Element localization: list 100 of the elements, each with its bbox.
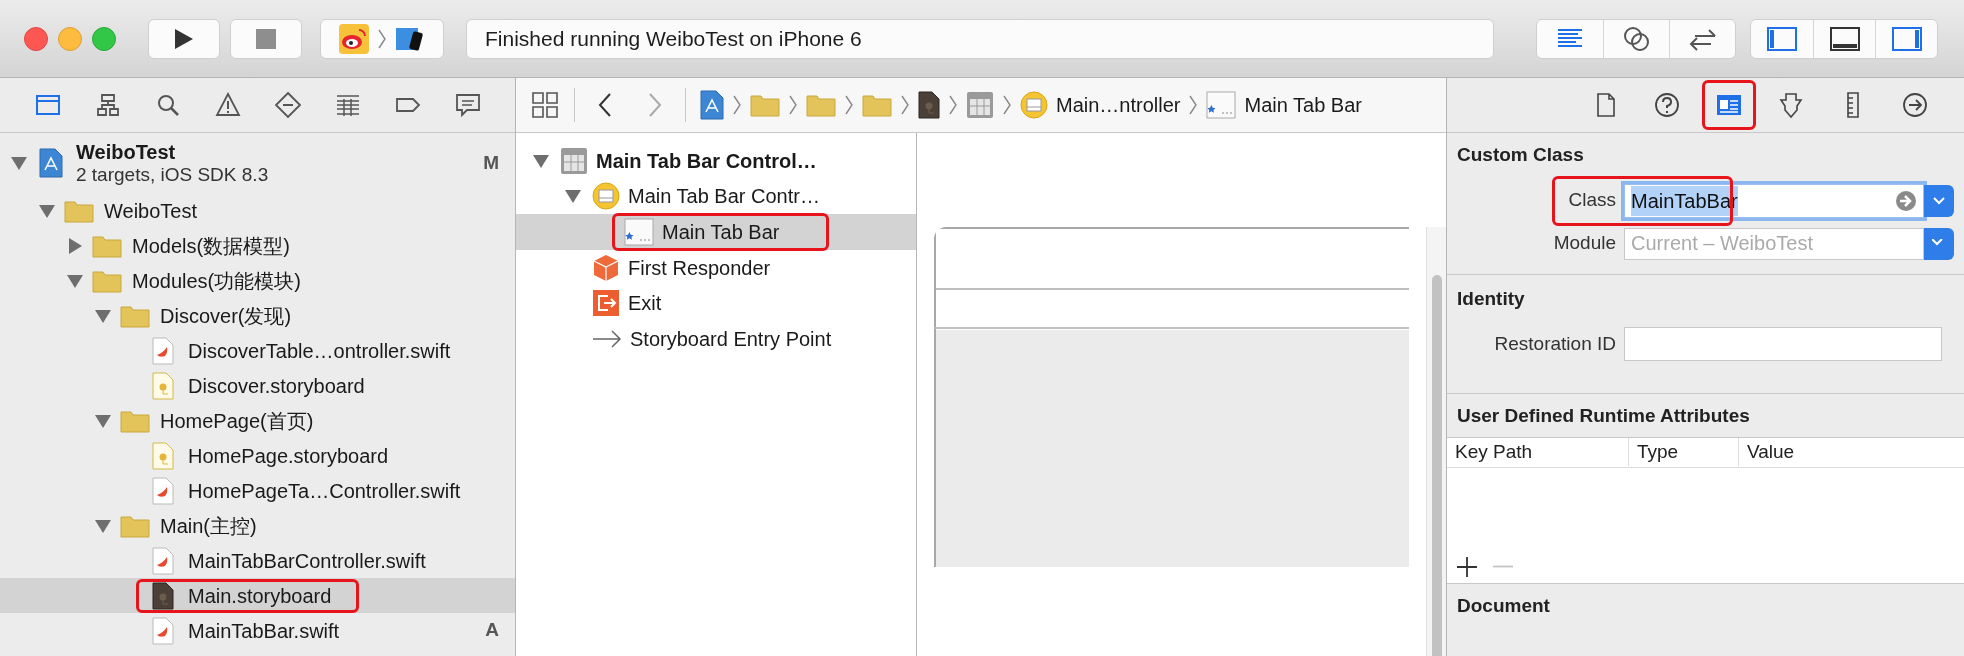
- column-header[interactable]: Value: [1738, 437, 1964, 467]
- tree-row[interactable]: WeiboTest: [0, 193, 515, 228]
- swift-file-icon: [152, 616, 174, 645]
- close-button[interactable]: [24, 26, 48, 51]
- tree-item-label[interactable]: WeiboTest: [76, 140, 269, 164]
- status-letter: M: [483, 150, 499, 175]
- tree-item-label[interactable]: DiscoverTable…ontroller.swift: [188, 338, 451, 363]
- folder-icon: [92, 268, 122, 293]
- outline-item-label[interactable]: Main Tab Bar Control…: [596, 145, 817, 176]
- navigator-tab[interactable]: [214, 91, 242, 119]
- outline-row[interactable]: First Responder: [516, 249, 916, 286]
- hierarchy-icon: [94, 91, 122, 119]
- tree-item-label[interactable]: HomePage.storyboard: [188, 443, 389, 468]
- disclosure-triangle[interactable]: [94, 517, 112, 534]
- tree-item-label[interactable]: Models(数据模型): [132, 233, 290, 258]
- warning-icon: [214, 91, 242, 119]
- disclosure-triangle[interactable]: [66, 237, 84, 254]
- module-dropdown-button[interactable]: [1924, 227, 1954, 260]
- run-button[interactable]: [148, 18, 220, 59]
- tree-item-subtitle: 2 targets, iOS SDK 8.3: [76, 164, 269, 186]
- outline-row[interactable]: Main Tab Bar: [516, 214, 916, 250]
- navigator-tab[interactable]: [274, 91, 302, 119]
- arrow-circle-icon[interactable]: [1895, 189, 1917, 212]
- navigator-tab[interactable]: [454, 91, 482, 119]
- swift-file-icon: [152, 336, 174, 365]
- tree-row[interactable]: HomePage(首页): [0, 403, 515, 438]
- outline-row[interactable]: Storyboard Entry Point: [516, 320, 916, 357]
- tree-item-label[interactable]: MainTabBarController.swift: [188, 548, 426, 573]
- chevron-icon: [377, 27, 387, 50]
- speech-bubble-icon: [454, 91, 482, 119]
- section-title: Custom Class: [1457, 143, 1585, 167]
- chevron-icon: [732, 94, 742, 116]
- tree-row[interactable]: Discover(发现): [0, 298, 515, 333]
- tree-item-label[interactable]: Modules(功能模块): [132, 268, 301, 293]
- field-label: Restoration ID: [1493, 331, 1616, 356]
- tree-item-label[interactable]: WeiboTest: [104, 198, 197, 223]
- folder-icon: [750, 93, 780, 117]
- add-button[interactable]: [1455, 554, 1479, 579]
- storyboard-file-icon: [152, 581, 174, 610]
- grid-icon: [531, 91, 559, 119]
- stop-button[interactable]: [230, 18, 302, 59]
- view-controller-icon: [592, 182, 620, 211]
- related-items-button[interactable]: [530, 90, 560, 120]
- outline-row[interactable]: Main Tab Bar Contr…: [516, 178, 916, 215]
- disclosure-triangle[interactable]: [38, 202, 56, 219]
- restoration-id-field[interactable]: [1624, 327, 1942, 361]
- tree-item-label[interactable]: Discover.storyboard: [188, 373, 365, 398]
- tree-row[interactable]: HomePageTa…Controller.swift: [0, 473, 515, 508]
- stop-icon: [256, 28, 276, 49]
- tree-row[interactable]: Discover.storyboard: [0, 368, 515, 403]
- disclosure-triangle[interactable]: [564, 188, 582, 205]
- folder-icon: [120, 408, 150, 433]
- project-icon: [39, 148, 63, 178]
- project-icon: [700, 90, 724, 120]
- left-panel-icon: [1766, 24, 1798, 53]
- disclosure-triangle[interactable]: [94, 412, 112, 429]
- tree-row[interactable]: WeiboTest 2 targets, iOS SDK 8.3 M: [0, 133, 515, 193]
- folder-icon: [120, 513, 150, 538]
- chevron-icon: [1188, 94, 1199, 116]
- outline-row[interactable]: Exit: [516, 285, 916, 321]
- plus-icon: [1456, 555, 1478, 578]
- disclosure-triangle[interactable]: [532, 152, 550, 169]
- tree-item-label[interactable]: MainTabBar.swift: [188, 618, 340, 643]
- play-icon: [174, 27, 194, 50]
- disclosure-triangle[interactable]: [10, 155, 28, 171]
- breadcrumb-label[interactable]: Main Tab Bar: [1244, 90, 1362, 120]
- breadcrumb-label[interactable]: Main…ntroller: [1056, 90, 1181, 120]
- column-header[interactable]: Type: [1628, 437, 1738, 467]
- tree-item-label[interactable]: Main(主控): [160, 513, 257, 538]
- tree-row[interactable]: DiscoverTable…ontroller.swift: [0, 333, 515, 368]
- module-field[interactable]: Current – WeiboTest: [1624, 227, 1924, 260]
- tree-item-label[interactable]: HomePageTa…Controller.swift: [188, 478, 461, 503]
- scene-icon: [560, 146, 588, 175]
- tree-item-label[interactable]: Discover(发现): [160, 303, 292, 328]
- zoom-button[interactable]: [92, 26, 116, 51]
- tree-row[interactable]: MainTabBar.swift A: [0, 613, 515, 648]
- inspector-tab[interactable]: [1702, 80, 1756, 130]
- column-header[interactable]: Key Path: [1447, 437, 1628, 467]
- outline-item-label[interactable]: Main Tab Bar: [662, 217, 780, 247]
- bottom-panel-icon: [1828, 24, 1861, 53]
- outline-item-label[interactable]: Main Tab Bar Contr…: [628, 181, 820, 212]
- disclosure-triangle[interactable]: [94, 307, 112, 324]
- tree-row[interactable]: Modules(功能模块): [0, 263, 515, 298]
- section-title: User Defined Runtime Attributes: [1456, 404, 1751, 428]
- tree-row[interactable]: HomePage.storyboard: [0, 438, 515, 473]
- tree-row[interactable]: Main.storyboard: [0, 578, 515, 613]
- tree-item-label[interactable]: HomePage(首页): [160, 408, 314, 433]
- tree-row[interactable]: Models(数据模型): [0, 228, 515, 263]
- outline-item-label[interactable]: Exit: [628, 288, 662, 319]
- tree-row[interactable]: Main(主控): [0, 508, 515, 543]
- disclosure-triangle[interactable]: [66, 272, 84, 289]
- tree-row[interactable]: MainTabBarController.swift: [0, 543, 515, 578]
- navigator-tab[interactable]: [94, 91, 122, 119]
- outline-item-label[interactable]: Storyboard Entry Point: [630, 323, 832, 354]
- chevron-icon: [788, 94, 798, 116]
- scheme-selector[interactable]: [320, 18, 444, 59]
- outline-row[interactable]: Main Tab Bar Control…: [516, 143, 916, 179]
- outline-item-label[interactable]: First Responder: [628, 252, 771, 283]
- class-dropdown-button[interactable]: [1924, 184, 1954, 217]
- tree-item-label[interactable]: Main.storyboard: [188, 583, 332, 608]
